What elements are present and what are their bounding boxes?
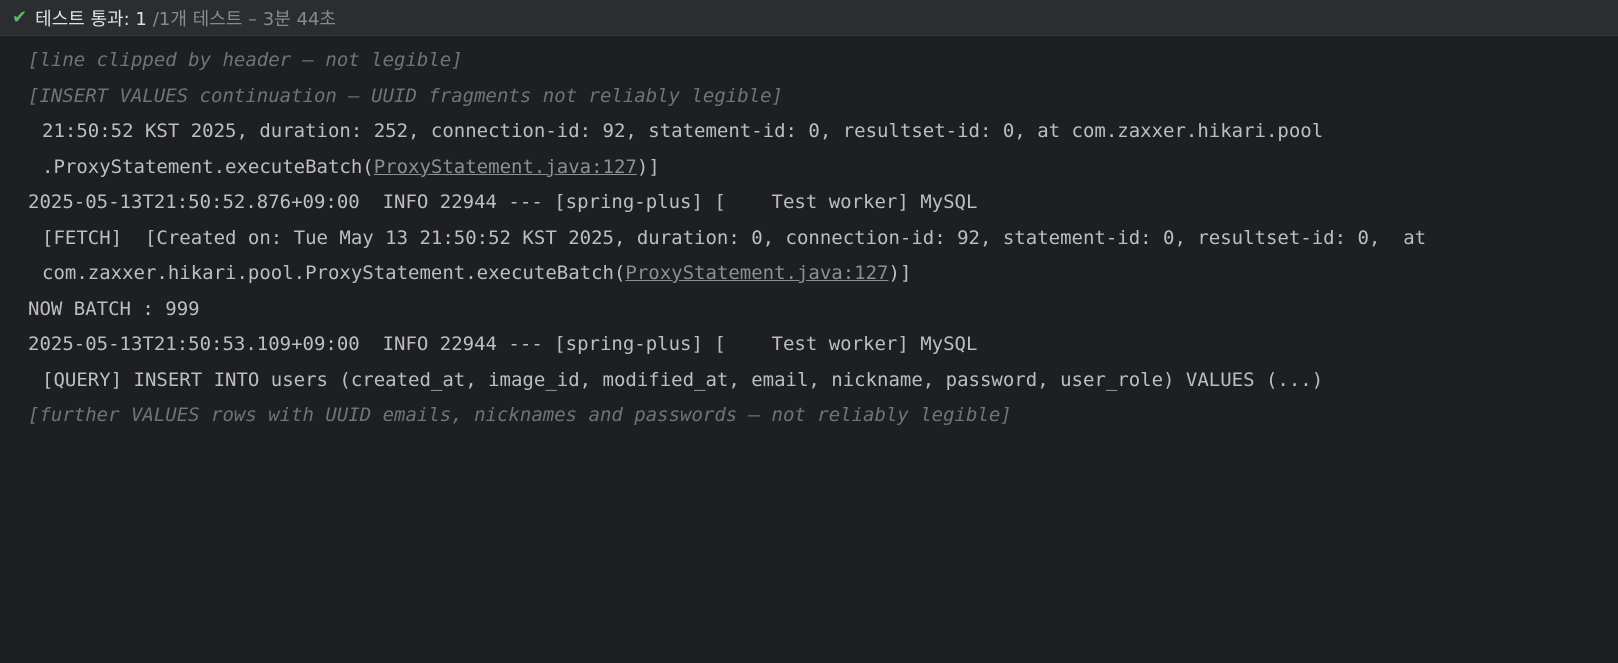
console-line-text: com.zaxxer.hikari.pool.ProxyStatement.ex… (42, 262, 626, 284)
console-line: NOW BATCH : 999 (28, 292, 1618, 328)
console-line-suffix: )] (888, 262, 912, 284)
console-line-placeholder: [line clipped by header — not legible] (28, 43, 1618, 79)
console-line-text: [FETCH] [Created on: Tue May 13 21:50:52… (42, 226, 1427, 249)
source-link[interactable]: ProxyStatement.java:127 (625, 262, 888, 284)
console-line: com.zaxxer.hikari.pool.ProxyStatement.ex… (28, 256, 1618, 292)
test-status-bar: ✔ 테스트 통과: 1 /1개 테스트 – 3분 44초 (0, 0, 1618, 36)
test-status-main: 테스트 통과: 1 (35, 8, 147, 30)
console-line-text: NOW BATCH : 999 (28, 297, 200, 320)
console-line-text: [line clipped by header — not legible] (28, 49, 463, 71)
console-line: [FETCH] [Created on: Tue May 13 21:50:52… (28, 221, 1618, 257)
source-link[interactable]: ProxyStatement.java:127 (374, 156, 637, 178)
console-line: 2025-05-13T21:50:53.109+09:00 INFO 22944… (28, 327, 1618, 363)
console-line-placeholder: [INSERT VALUES continuation — UUID fragm… (28, 79, 1618, 115)
console-line-placeholder: [further VALUES rows with UUID emails, n… (28, 398, 1618, 434)
console-line: [QUERY] INSERT INTO users (created_at, i… (28, 363, 1618, 399)
check-icon: ✔ (12, 7, 28, 28)
console-line-text: 2025-05-13T21:50:52.876+09:00 INFO 22944… (28, 191, 978, 213)
console-line-suffix: )] (636, 155, 660, 178)
console-line: .ProxyStatement.executeBatch(ProxyStatem… (28, 150, 1618, 186)
console-output[interactable]: [line clipped by header — not legible] [I… (0, 37, 1618, 663)
console-line-text: [further VALUES rows with UUID emails, n… (28, 404, 1012, 426)
console-line-text: .ProxyStatement.executeBatch( (42, 155, 374, 178)
console-line-text: [QUERY] INSERT INTO users (created_at, i… (42, 368, 1324, 391)
console-line-text: 2025-05-13T21:50:53.109+09:00 INFO 22944… (28, 333, 978, 355)
console-line: 2025-05-13T21:50:52.876+09:00 INFO 22944… (28, 185, 1618, 221)
console-line-text: [INSERT VALUES continuation — UUID fragm… (28, 84, 783, 107)
console-line: 21:50:52 KST 2025, duration: 252, connec… (28, 114, 1618, 150)
test-status-sub: /1개 테스트 – 3분 44초 (152, 8, 336, 30)
console-line-text: 21:50:52 KST 2025, duration: 252, connec… (42, 120, 1324, 142)
